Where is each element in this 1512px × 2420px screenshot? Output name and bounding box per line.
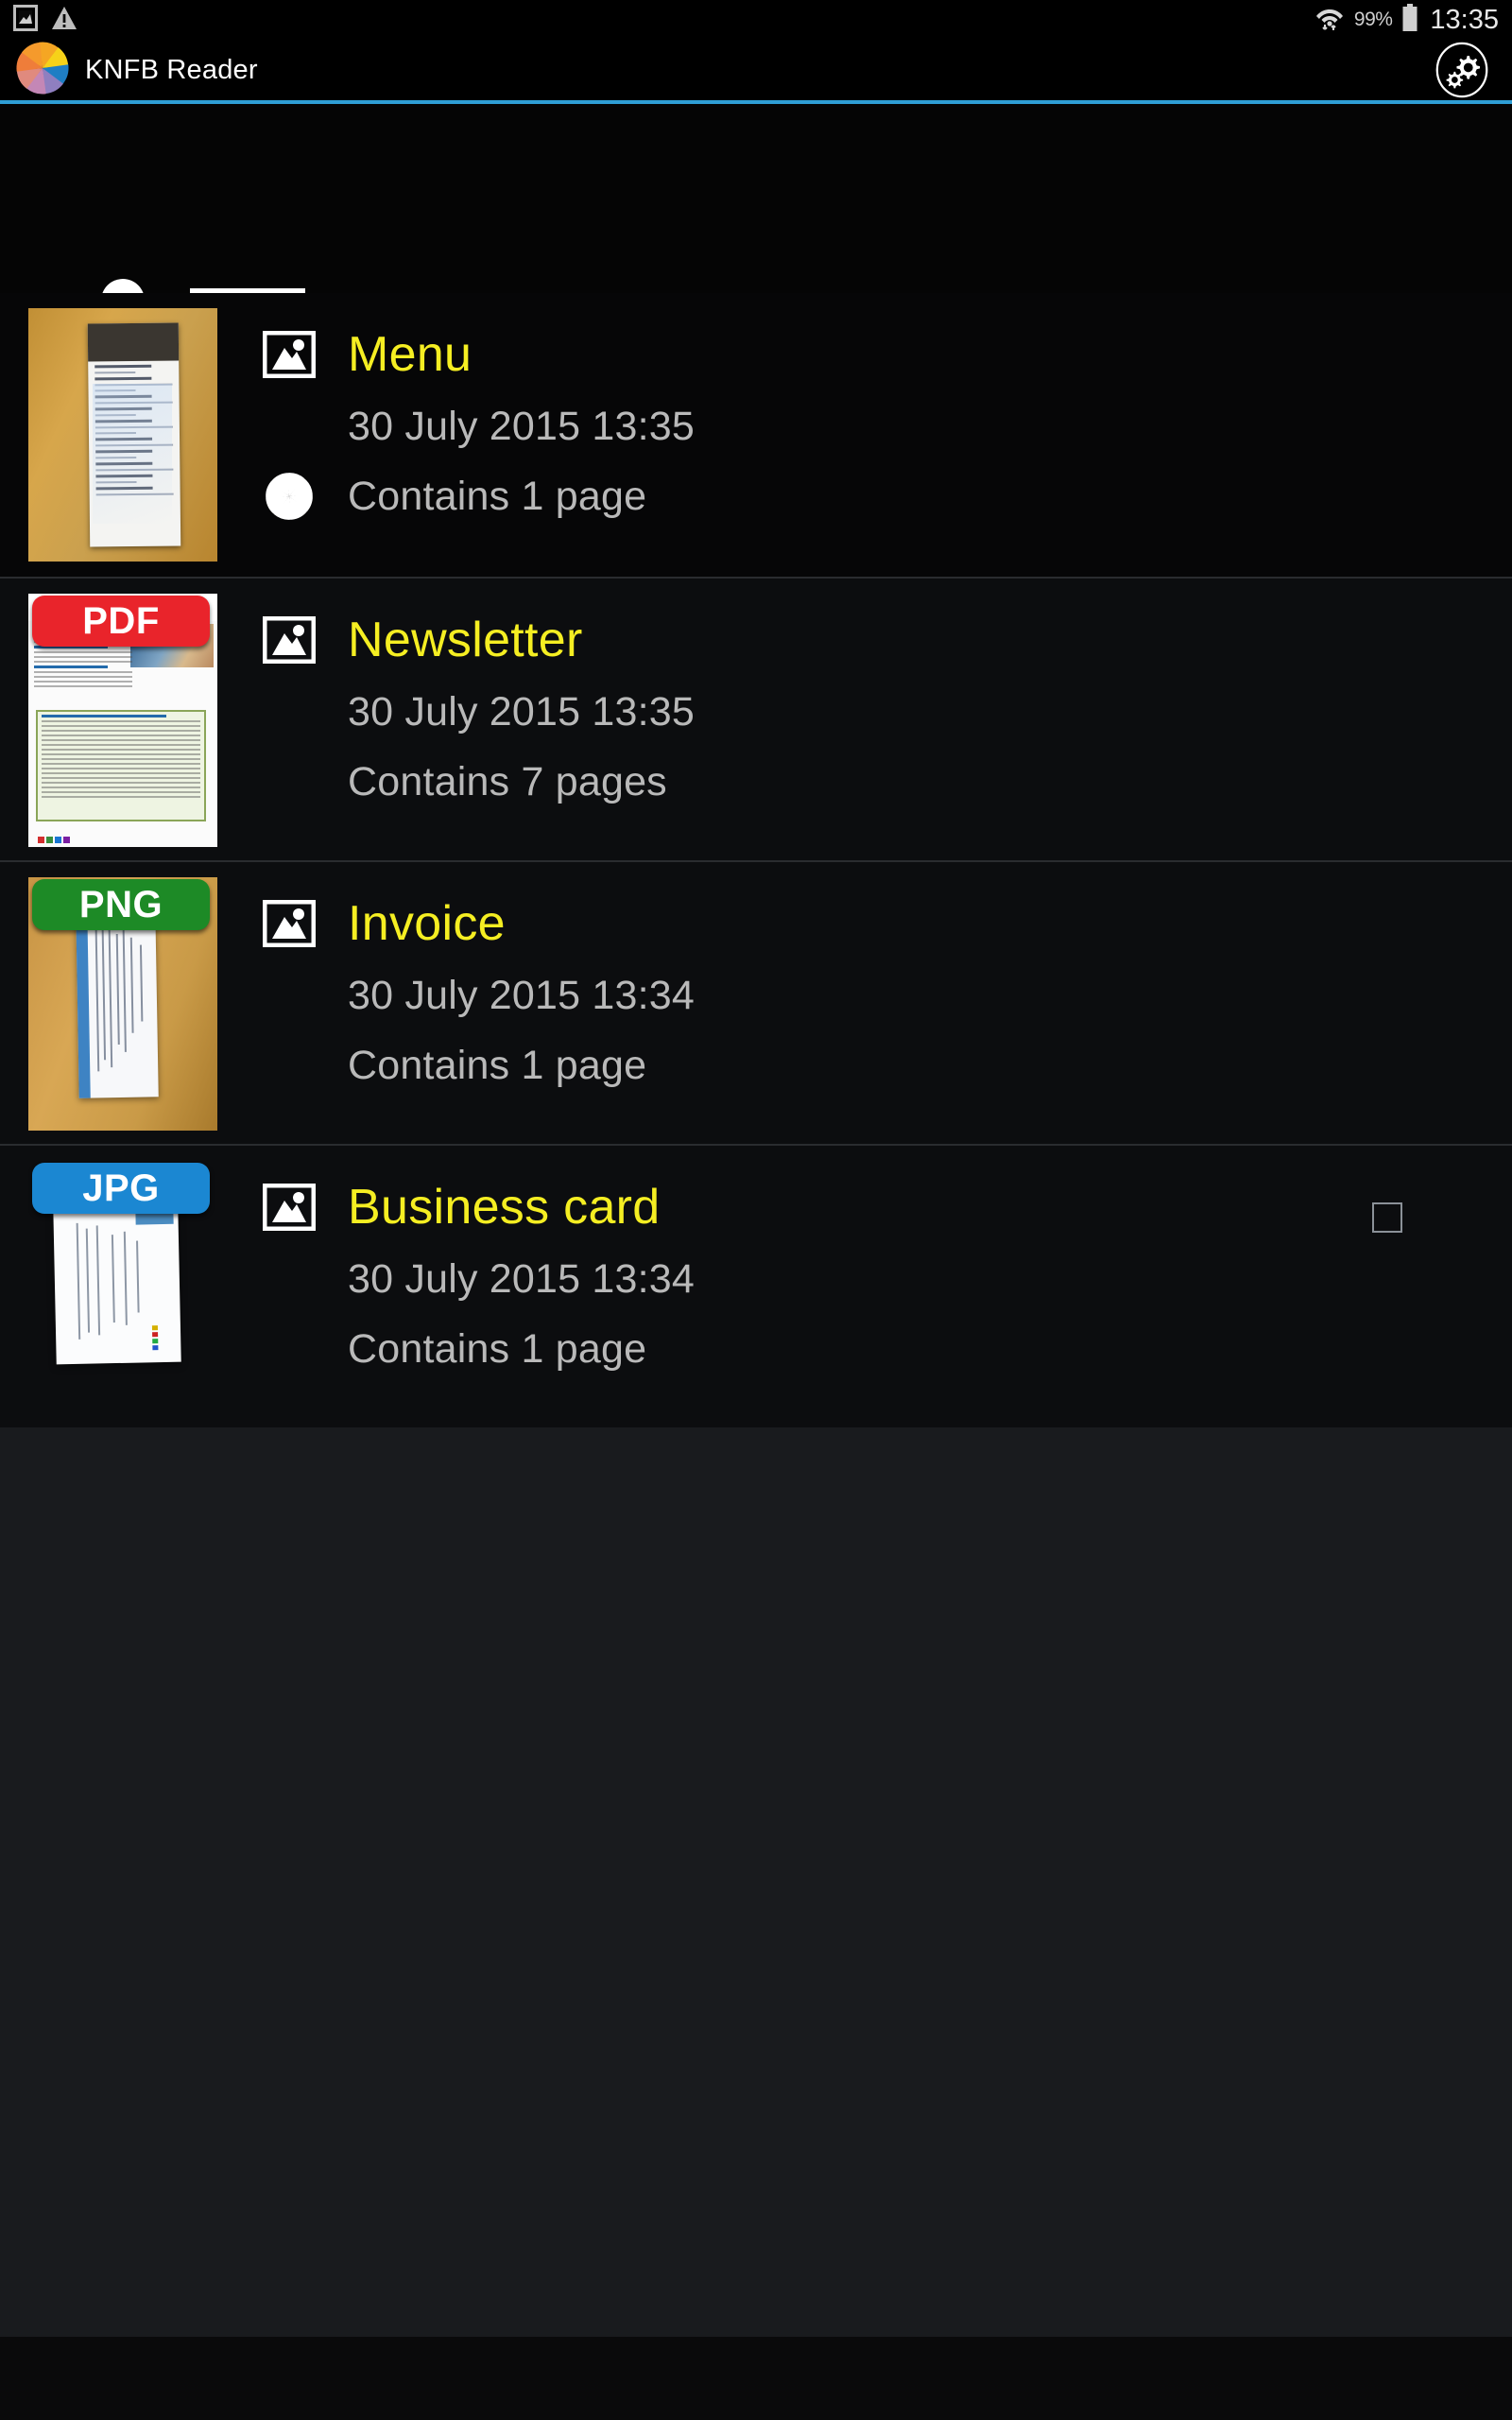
row-body: Business card 30 July 2015 13:34 Contain… <box>217 1146 1512 1384</box>
document-date: 30 July 2015 13:35 <box>348 403 696 449</box>
status-bar-left-icons <box>13 4 77 36</box>
row-select-checkbox[interactable] <box>1372 1202 1402 1233</box>
newsletter-thumbnail[interactable]: PDF <box>28 594 217 847</box>
status-bar: 99% 13:35 <box>0 0 1512 40</box>
table-row[interactable]: JPG Business card 30 July 2015 13:34 Con… <box>0 1144 1512 1427</box>
document-pages: Contains 1 page <box>348 1042 647 1088</box>
document-pages: Contains 1 page <box>348 473 647 519</box>
document-list: Menu 30 July 2015 13:35 Contains 1 page … <box>0 293 1512 1427</box>
wifi-icon <box>1314 4 1345 37</box>
menu-thumbnail[interactable] <box>28 308 217 562</box>
row-body: Newsletter 30 July 2015 13:35 Contains 7… <box>217 579 1512 817</box>
screenshot-icon <box>13 4 38 36</box>
status-bar-right-icons: 99% 13:35 <box>1314 3 1499 37</box>
document-title: Invoice <box>348 896 506 951</box>
image-icon <box>263 616 348 664</box>
image-icon <box>263 331 348 378</box>
format-badge: JPG <box>32 1163 210 1214</box>
row-body: Menu 30 July 2015 13:35 Contains 1 page <box>217 293 1512 531</box>
document-title: Newsletter <box>348 613 583 667</box>
clock-label: 13:35 <box>1430 4 1499 35</box>
image-icon <box>263 900 348 947</box>
document-title: Menu <box>348 327 472 382</box>
table-row[interactable]: PNG Invoice 30 July 2015 13:34 Contains … <box>0 860 1512 1144</box>
warning-icon <box>51 6 77 35</box>
document-date: 30 July 2015 13:34 <box>348 1255 696 1302</box>
document-pages: Contains 7 pages <box>348 758 667 804</box>
row-body: Invoice 30 July 2015 13:34 Contains 1 pa… <box>217 862 1512 1100</box>
document-date: 30 July 2015 13:34 <box>348 972 696 1018</box>
aperture-icon <box>263 470 348 523</box>
empty-list-area <box>0 1427 1512 2337</box>
document-pages: Contains 1 page <box>348 1325 647 1372</box>
format-badge: PNG <box>32 879 210 930</box>
battery-icon <box>1401 3 1418 37</box>
app-brand: KNFB Reader <box>13 39 258 102</box>
table-row[interactable]: PDF Newsletter 30 July 2015 13:35 Contai… <box>0 577 1512 860</box>
table-row[interactable]: Menu 30 July 2015 13:35 Contains 1 page <box>0 293 1512 577</box>
knfb-aperture-logo-icon <box>13 39 72 102</box>
settings-gears-icon[interactable] <box>1433 41 1491 99</box>
invoice-thumbnail[interactable]: PNG <box>28 877 217 1131</box>
business-card-thumbnail[interactable]: JPG <box>28 1161 217 1414</box>
app-title: KNFB Reader <box>85 54 258 85</box>
document-date: 30 July 2015 13:35 <box>348 688 696 735</box>
app-bar: KNFB Reader <box>0 40 1512 100</box>
battery-percent-label: 99% <box>1353 9 1393 30</box>
format-badge: PDF <box>32 596 210 647</box>
document-title: Business card <box>348 1180 661 1235</box>
image-icon <box>263 1184 348 1231</box>
list-view-header <box>0 104 1512 477</box>
